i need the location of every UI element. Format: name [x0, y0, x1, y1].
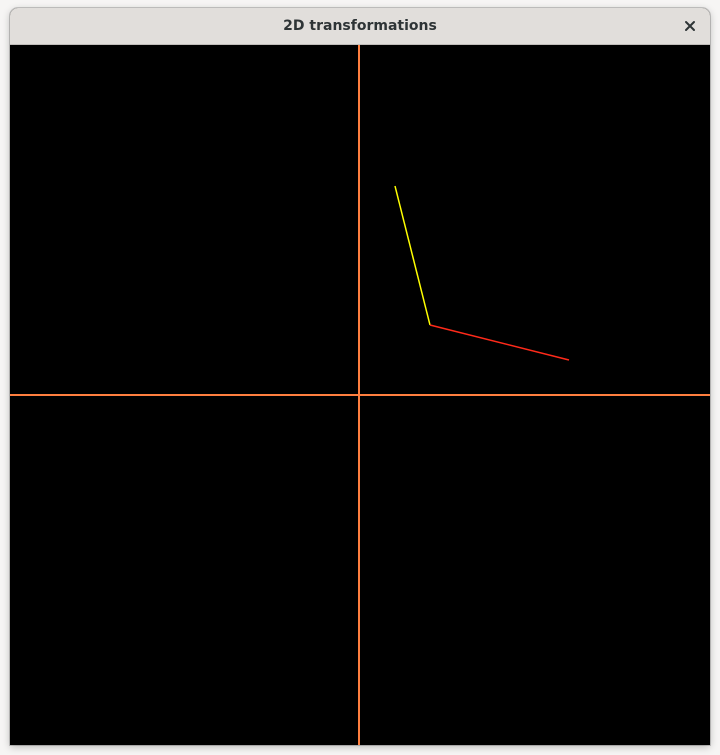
drawing-surface: [10, 45, 710, 745]
title-bar[interactable]: 2D transformations: [10, 8, 710, 45]
transformed-y-axis-segment: [394, 185, 431, 326]
close-button[interactable]: [680, 16, 700, 36]
close-icon: [685, 21, 695, 31]
transformed-x-axis-segment: [429, 324, 570, 361]
window-title: 2D transformations: [283, 18, 437, 34]
drawing-canvas[interactable]: [10, 45, 710, 745]
app-window: 2D transformations: [10, 8, 710, 745]
